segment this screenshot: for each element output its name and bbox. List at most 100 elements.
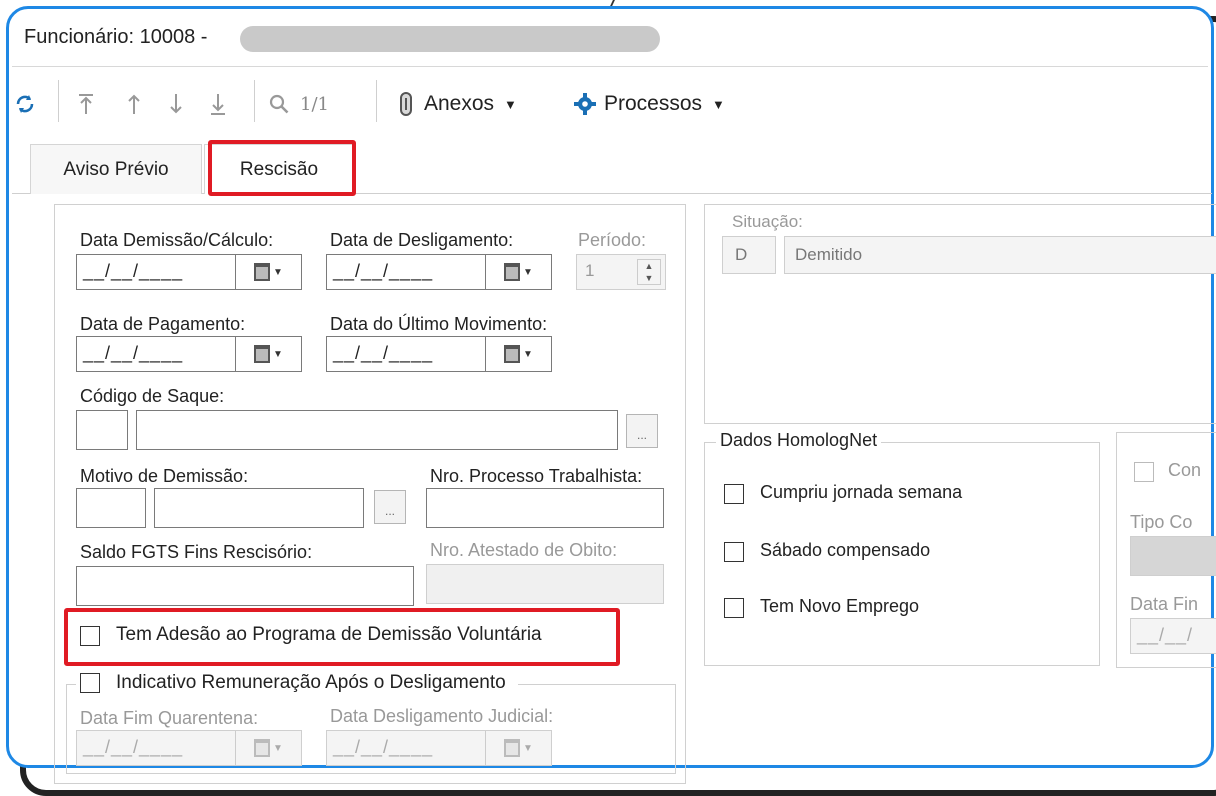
data-demissao-calendar-button[interactable]: ▼ (235, 255, 301, 289)
saldo-fgts-field[interactable] (76, 566, 414, 606)
move-first-button[interactable] (76, 84, 96, 124)
chevron-down-icon: ▼ (273, 266, 283, 278)
cumpriu-jornada-label: Cumpriu jornada semana (760, 482, 963, 502)
homolognet-title: Dados HomologNet (716, 430, 882, 451)
data-pagamento-calendar-button[interactable]: ▼ (235, 337, 301, 371)
calendar-icon (504, 263, 521, 281)
refresh-button[interactable] (14, 84, 36, 124)
periodo-stepper[interactable]: 1 ▲ ▼ (576, 254, 666, 290)
nro-atestado-label: Nro. Atestado de Obito: (430, 540, 618, 560)
cumpriu-jornada-checkbox[interactable] (724, 484, 744, 504)
codigo-saque-lookup-button[interactable]: ... (626, 414, 658, 448)
motivo-demissao-lookup-button[interactable]: ... (374, 490, 406, 524)
data-desligamento-label: Data de Desligamento: (330, 230, 514, 250)
indicativo-checkbox[interactable] (80, 673, 100, 693)
nro-processo-field[interactable] (426, 488, 664, 528)
novo-emprego-label: Tem Novo Emprego (760, 596, 920, 616)
move-last-button[interactable] (208, 84, 228, 124)
calendar-icon (254, 263, 271, 281)
chevron-down-icon: ▼ (712, 96, 725, 112)
situacao-code-field: D (722, 236, 776, 274)
search-icon (269, 94, 289, 114)
move-down-icon (170, 94, 182, 114)
chevron-down-icon: ▼ (504, 96, 517, 112)
motivo-demissao-label: Motivo de Demissão: (80, 466, 249, 486)
move-up-icon (128, 94, 140, 114)
data-pagamento-label: Data de Pagamento: (80, 314, 246, 334)
situacao-description-field: Demitido (784, 236, 1216, 274)
sabado-compensado-checkbox[interactable] (724, 542, 744, 562)
data-desligamento-judicial-field[interactable]: __/__/____ ▼ (326, 730, 552, 766)
data-desligamento-value: __/__/____ (333, 261, 434, 281)
tab-aviso-previo[interactable]: Aviso Prévio (30, 144, 202, 194)
calendar-icon (504, 345, 521, 363)
periodo-spin-button[interactable]: ▲ ▼ (637, 259, 661, 285)
paperclip-icon (400, 92, 412, 116)
codigo-saque-label: Código de Saque: (80, 386, 225, 406)
indicativo-legend: Indicativo Remuneração Após o Desligamen… (76, 672, 518, 694)
situacao-label: Situação: (732, 212, 803, 231)
refresh-icon (16, 95, 34, 113)
gear-icon (574, 93, 596, 115)
processos-label: Processos (604, 92, 703, 115)
data-fin-label: Data Fin (1130, 594, 1199, 614)
tipo-label: Tipo Co (1130, 512, 1193, 532)
data-desligamento-calendar-button[interactable]: ▼ (485, 255, 551, 289)
indicativo-label: Indicativo Remuneração Após o Desligamen… (116, 672, 506, 693)
search-button[interactable]: 1/1 (268, 84, 329, 124)
data-demissao-field[interactable]: __/__/____ ▼ (76, 254, 302, 290)
data-ultimo-movimento-field[interactable]: __/__/____ ▼ (326, 336, 552, 372)
toolbar-separator (254, 80, 255, 122)
page-indicator: 1/1 (300, 93, 329, 115)
toolbar-separator (58, 80, 59, 122)
data-fin-value: __/__/ (1137, 625, 1194, 645)
nro-atestado-field[interactable] (426, 564, 664, 604)
calendar-icon (254, 345, 271, 363)
adesao-checkbox[interactable] (80, 626, 100, 646)
con-checkbox[interactable] (1134, 462, 1154, 482)
title-separator (12, 66, 1208, 67)
codigo-saque-description-field[interactable] (136, 410, 618, 450)
data-demissao-value: __/__/____ (83, 261, 184, 281)
data-desligamento-field[interactable]: __/__/____ ▼ (326, 254, 552, 290)
anexos-label: Anexos (424, 92, 495, 115)
periodo-value: 1 (585, 261, 595, 280)
data-fim-quarentena-field[interactable]: __/__/____ ▼ (76, 730, 302, 766)
processos-menu-button[interactable]: Processos ▼ (574, 84, 725, 124)
periodo-label: Período: (578, 230, 647, 250)
chevron-down-icon: ▼ (273, 348, 283, 360)
chevron-down-icon: ▼ (523, 742, 533, 754)
tipo-select[interactable] (1130, 536, 1216, 576)
codigo-saque-code-field[interactable] (76, 410, 128, 450)
data-ultimo-movimento-label: Data do Último Movimento: (330, 314, 548, 334)
move-first-icon (79, 94, 93, 114)
situacao-description: Demitido (795, 245, 863, 264)
data-desligamento-judicial-value: __/__/____ (333, 737, 434, 757)
window-title: Funcionário: 10008 - (24, 26, 208, 48)
move-last-icon (211, 94, 225, 115)
motivo-demissao-description-field[interactable] (154, 488, 364, 528)
calendar-icon (504, 739, 521, 757)
data-desligamento-judicial-calendar-button[interactable]: ▼ (485, 731, 551, 765)
data-demissao-label: Data Demissão/Cálculo: (80, 230, 274, 250)
chevron-down-icon: ▼ (523, 266, 533, 278)
anexos-menu-button[interactable]: Anexos ▼ (398, 84, 517, 124)
redacted-name (240, 26, 660, 52)
chevron-down-icon: ▼ (273, 742, 283, 754)
toolbar-separator (376, 80, 377, 122)
data-fim-quarentena-label: Data Fim Quarentena: (80, 708, 259, 728)
data-ultimo-movimento-value: __/__/____ (333, 343, 434, 363)
sabado-compensado-label: Sábado compensado (760, 540, 931, 560)
move-up-button[interactable] (124, 84, 144, 124)
data-fim-quarentena-calendar-button[interactable]: ▼ (235, 731, 301, 765)
novo-emprego-checkbox[interactable] (724, 598, 744, 618)
motivo-demissao-code-field[interactable] (76, 488, 146, 528)
data-fin-field[interactable]: __/__/ (1130, 618, 1216, 654)
move-down-button[interactable] (166, 84, 186, 124)
con-label: Con (1168, 460, 1202, 480)
data-pagamento-field[interactable]: __/__/____ ▼ (76, 336, 302, 372)
data-pagamento-value: __/__/____ (83, 343, 184, 363)
adesao-label: Tem Adesão ao Programa de Demissão Volun… (116, 624, 542, 645)
data-ultimo-movimento-calendar-button[interactable]: ▼ (485, 337, 551, 371)
data-fim-quarentena-value: __/__/____ (83, 737, 184, 757)
